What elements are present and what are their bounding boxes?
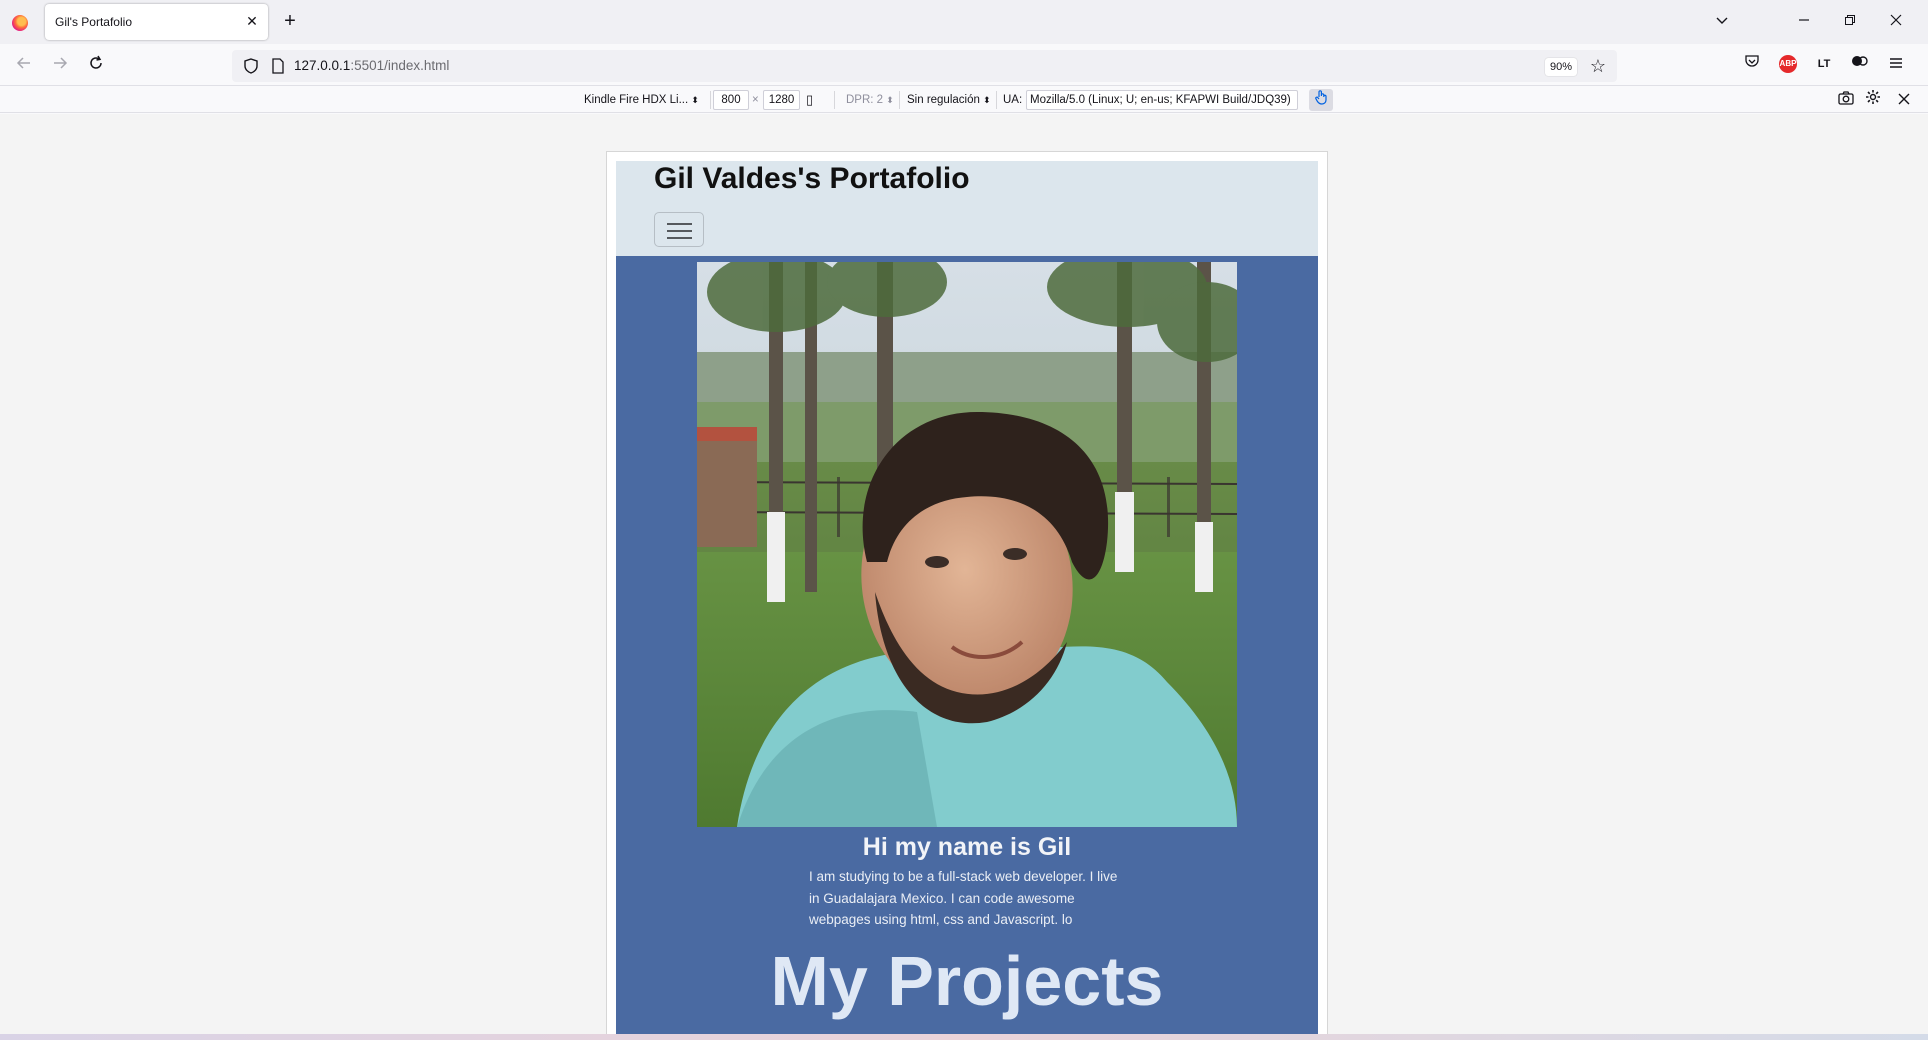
device-viewport-frame: Gil Valdes's Portafolio Hi my name is Gi…: [606, 151, 1328, 1034]
responsive-design-toolbar: Kindle Fire HDX Li... ⬍ 800 × 1280 ▯ DPR…: [0, 87, 1928, 113]
screenshot-camera-icon[interactable]: [1835, 89, 1857, 111]
settings-gear-icon[interactable]: [1862, 89, 1884, 111]
tab-strip: Gil's Portafolio ✕ +: [0, 0, 1928, 44]
camera-shape: [1838, 91, 1854, 105]
shield-icon[interactable]: [242, 57, 260, 75]
hand-pointer-shape: [1315, 90, 1327, 105]
viewport-width-input[interactable]: 800: [713, 90, 749, 110]
close-window-button[interactable]: [1874, 8, 1918, 36]
projects-heading: My Projects: [770, 942, 1164, 1020]
toggler-bar: [667, 237, 692, 239]
rdm-viewport-area: Gil Valdes's Portafolio Hi my name is Gi…: [0, 114, 1920, 1034]
minimize-button[interactable]: [1782, 8, 1826, 36]
firefox-logo-icon: [12, 15, 28, 31]
dpr-value: DPR: 2: [846, 94, 884, 106]
arrow-right-icon: [54, 57, 68, 69]
rdm-separator: [996, 91, 997, 109]
page-icon[interactable]: [270, 57, 286, 75]
viewport-height-input[interactable]: 1280: [763, 90, 800, 110]
address-bar[interactable]: 127.0.0.1:5501/index.html 90% ☆: [232, 50, 1617, 82]
reload-button[interactable]: [82, 52, 110, 80]
restore-button[interactable]: [1828, 8, 1872, 36]
dpr-selector[interactable]: DPR: 2 ⬍: [846, 87, 894, 113]
tab-active[interactable]: Gil's Portafolio ✕: [45, 4, 268, 40]
navbar-toggler-button[interactable]: [654, 212, 704, 247]
arrow-left-icon: [16, 57, 30, 69]
dpr-dropdown-icon: ⬍: [886, 95, 894, 105]
adblock-icon[interactable]: ABP: [1776, 52, 1800, 76]
navigation-toolbar: 127.0.0.1:5501/index.html 90% ☆: [0, 44, 1928, 86]
reload-icon: [90, 55, 102, 69]
device-dropdown-icon: ⬍: [691, 95, 699, 105]
url-text[interactable]: 127.0.0.1:5501/index.html: [294, 58, 449, 73]
desktop-strip: [0, 1034, 1928, 1040]
rotate-viewport-icon[interactable]: ▯: [806, 87, 813, 113]
extensions-icon[interactable]: [1848, 52, 1872, 76]
hamburger-shape: [1890, 58, 1902, 68]
greeting-heading: Hi my name is Gil: [862, 833, 1072, 861]
url-path: :5501/index.html: [350, 58, 450, 73]
rdm-separator: [899, 91, 900, 109]
profile-photo: [697, 262, 1237, 827]
bookmark-star-icon[interactable]: ☆: [1587, 55, 1609, 77]
close-rdm-icon[interactable]: [1893, 89, 1915, 111]
user-agent-input[interactable]: Mozilla/5.0 (Linux; U; en-us; KFAPWI Bui…: [1026, 90, 1298, 110]
extensions-shape: [1852, 56, 1868, 66]
minimize-icon: [1799, 19, 1809, 21]
device-selector[interactable]: Kindle Fire HDX Li... ⬍: [584, 87, 699, 113]
rdm-separator: [834, 91, 835, 109]
menu-icon[interactable]: [1884, 52, 1908, 76]
touch-simulation-icon[interactable]: [1309, 89, 1333, 111]
restore-icon: [1845, 15, 1855, 25]
site-title: Gil Valdes's Portafolio: [654, 162, 970, 195]
adblock-badge: ABP: [1779, 55, 1797, 73]
toggler-bar: [667, 230, 692, 232]
url-host: 127.0.0.1: [294, 58, 351, 73]
back-button[interactable]: [10, 52, 38, 80]
device-name: Kindle Fire HDX Li...: [584, 94, 689, 106]
site-header: Gil Valdes's Portafolio: [616, 161, 1318, 256]
list-all-tabs-button[interactable]: [1710, 10, 1734, 34]
window-scrollbar: [1920, 114, 1928, 1034]
chevron-down-icon: [1716, 17, 1728, 24]
new-tab-button[interactable]: +: [280, 10, 300, 32]
bio-paragraph: I am studying to be a full-stack web dev…: [809, 869, 1118, 927]
pocket-icon[interactable]: [1740, 52, 1764, 76]
forward-button[interactable]: [46, 52, 74, 80]
toggler-bar: [667, 223, 692, 225]
languagetool-icon[interactable]: LT: [1812, 52, 1836, 76]
gear-shape: [1866, 90, 1880, 104]
zoom-level-button[interactable]: 90%: [1545, 58, 1577, 76]
tab-close-icon[interactable]: ✕: [244, 13, 260, 29]
portfolio-page: Gil Valdes's Portafolio Hi my name is Gi…: [616, 161, 1318, 1034]
pocket-shape: [1745, 55, 1759, 67]
tab-title: Gil's Portafolio: [55, 15, 132, 29]
close-icon: [1890, 14, 1902, 26]
profile-photo-illustration: [697, 262, 1237, 827]
close-x-shape: [1898, 93, 1910, 105]
network-throttle-selector[interactable]: Sin regulación ⬍: [907, 87, 991, 113]
ua-label: UA:: [1003, 94, 1023, 106]
throttle-dropdown-icon: ⬍: [983, 95, 991, 105]
rdm-separator: [710, 91, 711, 109]
throttle-value: Sin regulación: [907, 94, 980, 106]
dimension-separator: ×: [752, 94, 759, 106]
